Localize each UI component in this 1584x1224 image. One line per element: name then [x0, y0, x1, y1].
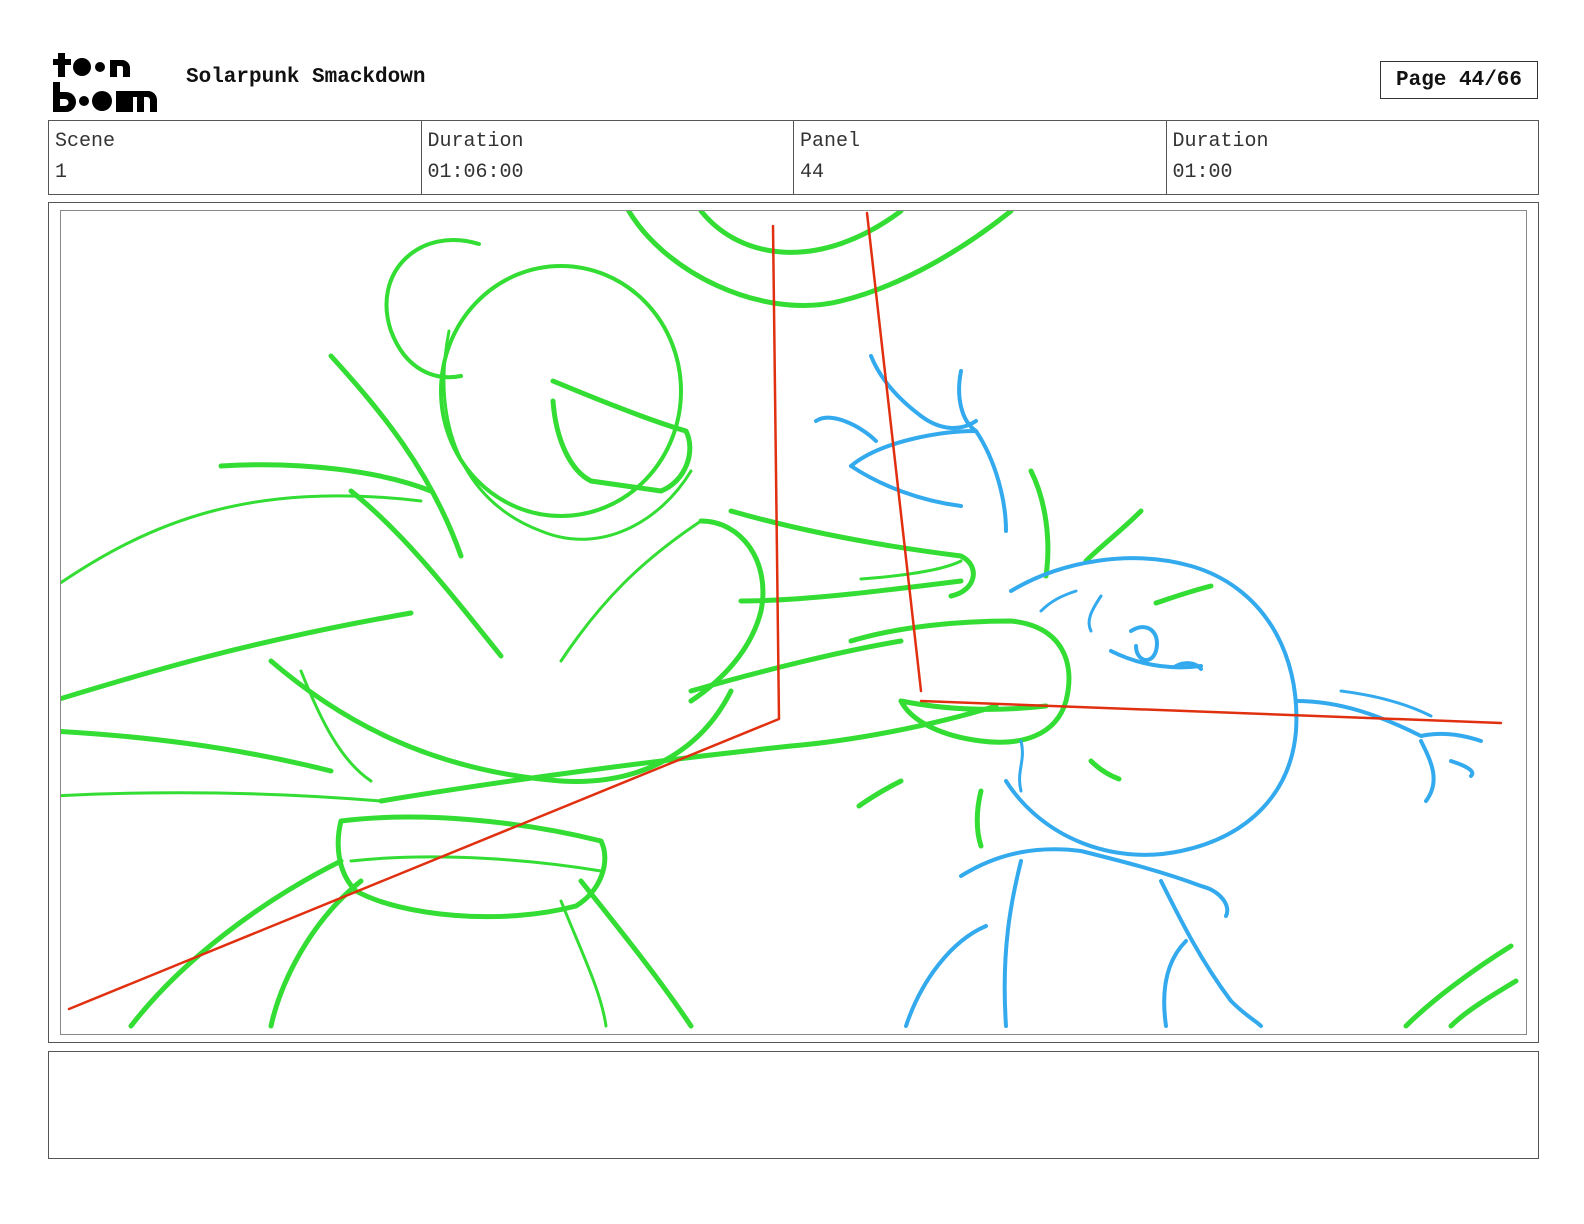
- panel-notes-box[interactable]: [48, 1051, 1539, 1159]
- toon-boom-logo: [50, 50, 166, 114]
- panel-value: 44: [800, 161, 825, 184]
- scene-cell: Scene 1: [49, 121, 422, 194]
- panel-label: Panel: [800, 130, 861, 153]
- panel-sketch: [61, 211, 1519, 1029]
- green-character-sketch: [61, 211, 1519, 1029]
- panel-cell: Panel 44: [794, 121, 1167, 194]
- scene-duration-cell: Duration 01:06:00: [422, 121, 794, 194]
- project-title: Solarpunk Smackdown: [186, 66, 426, 89]
- panel-duration-label: Duration: [1172, 130, 1269, 153]
- panel-duration-value: 01:00: [1172, 161, 1233, 184]
- storyboard-panel[interactable]: [60, 210, 1527, 1035]
- scene-value: 1: [55, 161, 68, 184]
- panel-info-table: Scene 1 Duration 01:06:00 Panel 44 Durat…: [48, 120, 1539, 195]
- page-number: Page 44/66: [1380, 61, 1538, 99]
- scene-label: Scene: [55, 130, 116, 153]
- blue-character-sketch: [814, 354, 1483, 1028]
- perspective-guides: [67, 211, 1503, 1011]
- scene-duration-value: 01:06:00: [427, 161, 524, 184]
- scene-duration-label: Duration: [427, 130, 524, 153]
- panel-duration-cell: Duration 01:00: [1167, 121, 1539, 194]
